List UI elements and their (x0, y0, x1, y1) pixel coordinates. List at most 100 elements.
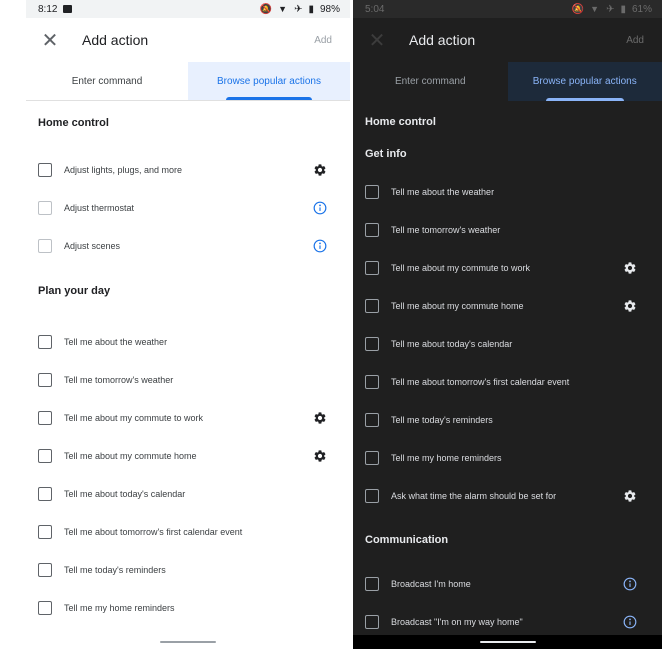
checkbox[interactable] (365, 337, 379, 351)
list-item[interactable]: Tell me about today's calendar (26, 475, 350, 513)
item-label: Tell me about the weather (391, 187, 495, 197)
info-icon[interactable] (622, 576, 638, 592)
checkbox[interactable] (365, 489, 379, 503)
checkbox[interactable] (365, 451, 379, 465)
info-icon[interactable] (312, 238, 328, 254)
list-item[interactable]: Broadcast I'm home (353, 565, 662, 603)
list-item[interactable]: Tell me about tomorrow's first calendar … (26, 513, 350, 551)
status-time: 8:12 (38, 3, 58, 15)
list-item[interactable]: Tell me about today's calendar (353, 325, 662, 363)
add-button[interactable]: Add (626, 35, 644, 46)
list-item[interactable]: Tell me about tomorrow's first calendar … (353, 363, 662, 401)
list-item[interactable]: Adjust scenes (26, 227, 350, 265)
list-item[interactable]: Tell me about my commute home (26, 437, 350, 475)
mute-icon: 🔕 (571, 3, 585, 15)
gear-icon[interactable] (622, 488, 638, 504)
home-gesture-pill[interactable] (160, 641, 216, 643)
checkbox[interactable] (365, 185, 379, 199)
tab-bar: Enter command Browse popular actions (26, 62, 350, 101)
tab-browse-label: Browse popular actions (217, 75, 321, 87)
list-item[interactable]: Tell me about my commute to work (26, 399, 350, 437)
action-list: Home control Adjust lights, plugs, and m… (26, 101, 350, 647)
list-item[interactable]: Ask what time the alarm should be set fo… (353, 477, 662, 515)
section-home-control: Home control (365, 116, 436, 128)
checkbox[interactable] (365, 261, 379, 275)
item-label: Tell me about tomorrow's first calendar … (391, 377, 570, 387)
item-label: Tell me tomorrow's weather (391, 225, 501, 235)
image-notification-icon (63, 5, 73, 13)
navigation-bar (26, 635, 350, 649)
item-label: Tell me about today's calendar (391, 339, 513, 349)
item-label: Tell me about my commute to work (64, 413, 204, 423)
section-plan-your-day: Plan your day (38, 285, 111, 297)
gear-icon[interactable] (622, 298, 638, 314)
checkbox[interactable] (365, 375, 379, 389)
close-icon[interactable]: ✕ (365, 28, 389, 52)
wifi-icon: ▼ (278, 4, 289, 14)
item-label: Adjust lights, plugs, and more (64, 165, 183, 175)
item-label: Adjust scenes (64, 241, 121, 251)
checkbox[interactable] (365, 413, 379, 427)
light-theme-screen: 8:12 🔕 ▼ ✈ ▮ 98% ✕ Add action Add Enter … (26, 0, 350, 649)
list-item[interactable]: Tell me tomorrow's weather (26, 361, 350, 399)
item-label: Tell me about the weather (64, 337, 168, 347)
list-item[interactable]: Tell me my home reminders (353, 439, 662, 477)
checkbox[interactable] (38, 373, 52, 387)
status-time: 5:04 (365, 3, 385, 15)
info-icon[interactable] (622, 614, 638, 630)
list-item[interactable]: Adjust thermostat (26, 189, 350, 227)
list-item[interactable]: Tell me about the weather (353, 173, 662, 211)
tab-enter-command[interactable]: Enter command (353, 62, 508, 101)
item-label: Tell me about my commute home (64, 451, 197, 461)
checkbox[interactable] (38, 487, 52, 501)
item-label: Adjust thermostat (64, 203, 135, 213)
navigation-bar (353, 635, 662, 649)
list-item[interactable]: Tell me today's reminders (353, 401, 662, 439)
checkbox[interactable] (38, 411, 52, 425)
checkbox[interactable] (38, 239, 52, 253)
item-label: Tell me about my commute to work (391, 263, 531, 273)
checkbox[interactable] (38, 525, 52, 539)
close-icon[interactable]: ✕ (38, 28, 62, 52)
tab-browse-popular-actions[interactable]: Browse popular actions (507, 62, 662, 101)
checkbox[interactable] (38, 563, 52, 577)
mute-icon: 🔕 (259, 3, 273, 15)
list-item[interactable]: Tell me tomorrow's weather (353, 211, 662, 249)
item-label: Broadcast "I'm on my way home" (391, 617, 523, 627)
item-label: Tell me about tomorrow's first calendar … (64, 527, 243, 537)
list-item[interactable]: Tell me my home reminders (26, 589, 350, 627)
list-item[interactable]: Tell me about my commute to work (353, 249, 662, 287)
item-label: Tell me my home reminders (391, 453, 502, 463)
checkbox[interactable] (365, 577, 379, 591)
airplane-icon: ✈ (606, 3, 615, 15)
gear-icon[interactable] (312, 162, 328, 178)
checkbox[interactable] (38, 449, 52, 463)
checkbox[interactable] (38, 601, 52, 615)
list-item[interactable]: Tell me about my commute home (353, 287, 662, 325)
tab-browse-popular-actions[interactable]: Browse popular actions (188, 62, 350, 100)
airplane-icon: ✈ (294, 3, 303, 15)
checkbox[interactable] (365, 299, 379, 313)
list-item[interactable]: Tell me today's reminders (26, 551, 350, 589)
gear-icon[interactable] (312, 448, 328, 464)
list-item[interactable]: Tell me about the weather (26, 323, 350, 361)
list-item[interactable]: Adjust lights, plugs, and more (26, 151, 350, 189)
info-icon[interactable] (312, 200, 328, 216)
checkbox[interactable] (38, 201, 52, 215)
wifi-icon: ▼ (590, 4, 601, 14)
home-gesture-pill[interactable] (479, 641, 536, 643)
gear-icon[interactable] (622, 260, 638, 276)
checkbox[interactable] (365, 223, 379, 237)
checkbox[interactable] (38, 335, 52, 349)
tab-bar: Enter command Browse popular actions (353, 62, 662, 101)
section-get-info: Get info (365, 148, 407, 160)
checkbox[interactable] (38, 163, 52, 177)
battery-percent: 98% (319, 3, 340, 15)
checkbox[interactable] (365, 615, 379, 629)
dark-theme-screen: 5:04 🔕 ▼ ✈ ▮ 61% ✕ Add action Add Enter … (353, 0, 662, 649)
gear-icon[interactable] (312, 410, 328, 426)
section-home-control: Home control (38, 117, 109, 129)
page-title: Add action (82, 32, 149, 48)
tab-enter-command[interactable]: Enter command (26, 62, 188, 100)
add-button[interactable]: Add (314, 35, 332, 46)
